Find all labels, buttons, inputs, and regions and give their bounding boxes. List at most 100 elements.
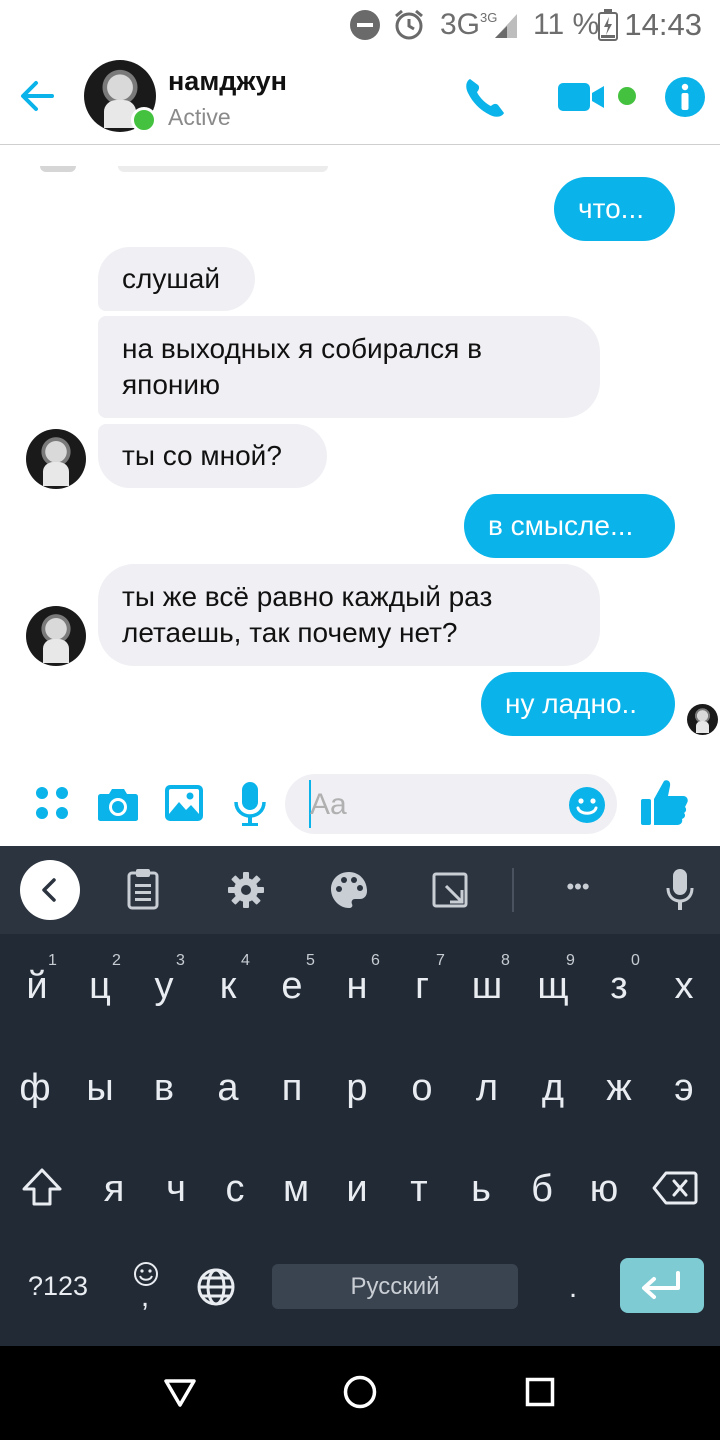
- key[interactable]: э: [654, 1067, 714, 1110]
- message-bubble-incoming[interactable]: на выходных я собирался в японию: [98, 316, 600, 418]
- message-bubble-incoming[interactable]: ты со мной?: [98, 424, 327, 488]
- key[interactable]: ш: [457, 965, 517, 1008]
- key-hint: 7: [436, 952, 445, 969]
- key-hint: 8: [501, 952, 510, 969]
- message-bubble-incoming[interactable]: слушай: [98, 247, 255, 311]
- shift-key-icon[interactable]: [20, 1167, 64, 1207]
- comma-key[interactable]: ,: [130, 1280, 160, 1314]
- key[interactable]: а: [198, 1067, 258, 1110]
- video-online-dot: [618, 87, 636, 105]
- key[interactable]: й: [7, 965, 67, 1008]
- sender-avatar[interactable]: [26, 606, 86, 666]
- key-hint: 4: [241, 952, 250, 969]
- key[interactable]: м: [266, 1168, 326, 1211]
- clock: 14:43: [624, 7, 702, 42]
- nav-back-icon[interactable]: [163, 1378, 197, 1408]
- key[interactable]: ч: [146, 1168, 206, 1211]
- sender-avatar[interactable]: [26, 429, 86, 489]
- camera-icon[interactable]: [97, 786, 139, 822]
- message-text: ты со мной?: [122, 440, 282, 471]
- key-hint: 3: [176, 952, 185, 969]
- image-icon[interactable]: [164, 784, 204, 822]
- resize-icon[interactable]: [432, 872, 468, 908]
- message-bubble-incoming[interactable]: ты же всё равно каждый раз летаешь, так …: [98, 564, 600, 666]
- key[interactable]: ф: [5, 1067, 65, 1110]
- message-text: ну ладно..: [505, 688, 638, 719]
- message-bubble-outgoing[interactable]: в смысле...: [464, 494, 675, 558]
- key[interactable]: ж: [589, 1067, 649, 1110]
- voice-mic-icon[interactable]: [666, 868, 694, 912]
- key[interactable]: в: [134, 1067, 194, 1110]
- key[interactable]: д: [523, 1067, 583, 1110]
- key[interactable]: к: [198, 965, 258, 1008]
- key[interactable]: н: [327, 965, 387, 1008]
- message-bubble-outgoing[interactable]: ну ладно..: [481, 672, 675, 736]
- space-key[interactable]: Русский: [272, 1264, 518, 1309]
- key[interactable]: л: [457, 1067, 517, 1110]
- period-key[interactable]: .: [555, 1271, 591, 1305]
- symbols-key[interactable]: ?123: [18, 1271, 98, 1302]
- message-text: слушай: [122, 263, 221, 294]
- nav-home-icon[interactable]: [342, 1374, 378, 1410]
- key[interactable]: з: [589, 965, 649, 1008]
- seen-receipt-avatar: [687, 704, 718, 735]
- key[interactable]: о: [392, 1067, 452, 1110]
- backspace-key-icon[interactable]: [652, 1171, 698, 1205]
- battery-percent: 11 %: [533, 8, 600, 41]
- key[interactable]: б: [512, 1168, 572, 1211]
- key[interactable]: х: [654, 965, 714, 1008]
- message-text-line: ты же всё равно каждый раз: [122, 581, 493, 612]
- key[interactable]: ц: [70, 965, 130, 1008]
- thumbs-up-icon[interactable]: [640, 777, 690, 827]
- apps-grid-icon[interactable]: [34, 785, 70, 821]
- message-input-placeholder: Aa: [310, 788, 347, 821]
- clipboard-icon[interactable]: [127, 868, 159, 910]
- key[interactable]: р: [327, 1067, 387, 1110]
- enter-arrow-icon: [642, 1271, 680, 1299]
- video-camera-icon[interactable]: [556, 80, 606, 114]
- message-bubble-outgoing[interactable]: что...: [554, 177, 675, 241]
- message-text-line: японию: [122, 369, 220, 400]
- key[interactable]: т: [389, 1168, 449, 1211]
- do-not-disturb-icon: [348, 8, 382, 42]
- more-dots-icon[interactable]: •••: [548, 874, 608, 900]
- key-hint: 6: [371, 952, 380, 969]
- globe-key-icon[interactable]: [196, 1267, 236, 1307]
- message-text-line: на выходных я собирался в: [122, 333, 482, 364]
- key[interactable]: г: [392, 965, 452, 1008]
- key-hint: 0: [631, 952, 640, 969]
- online-indicator: [131, 107, 157, 133]
- nav-recents-icon[interactable]: [525, 1377, 555, 1407]
- settings-gear-icon[interactable]: [227, 871, 265, 909]
- key[interactable]: щ: [523, 965, 583, 1008]
- key[interactable]: е: [262, 965, 322, 1008]
- scrolled-bubble-edge: [118, 166, 328, 172]
- key[interactable]: ы: [70, 1067, 130, 1110]
- network-type: 3G 3G: [440, 8, 498, 41]
- back-arrow-icon[interactable]: [18, 78, 58, 114]
- collapse-chevron-icon[interactable]: [20, 860, 80, 920]
- message-text: в смысле...: [488, 510, 634, 541]
- contact-status: Active: [168, 104, 231, 130]
- status-bar: 3G 3G 11 % 14:43: [0, 0, 720, 50]
- key-hint: 5: [306, 952, 315, 969]
- emoji-icon[interactable]: [568, 786, 606, 824]
- microphone-icon[interactable]: [232, 781, 268, 827]
- scrolled-avatar-edge: [40, 166, 76, 172]
- key[interactable]: с: [205, 1168, 265, 1211]
- key[interactable]: я: [84, 1168, 144, 1211]
- phone-icon[interactable]: [462, 75, 508, 121]
- key[interactable]: п: [262, 1067, 322, 1110]
- key[interactable]: ю: [574, 1168, 634, 1211]
- battery-icon: [598, 8, 618, 42]
- contact-name[interactable]: намджун: [168, 66, 287, 97]
- palette-icon[interactable]: [330, 871, 368, 909]
- key-hint: 1: [48, 952, 57, 969]
- message-text: что...: [578, 193, 645, 224]
- signal-icon: [493, 8, 519, 42]
- key[interactable]: ь: [451, 1168, 511, 1211]
- enter-key[interactable]: [620, 1258, 704, 1313]
- key[interactable]: и: [327, 1168, 387, 1211]
- info-icon[interactable]: [664, 76, 706, 118]
- key[interactable]: у: [134, 965, 194, 1008]
